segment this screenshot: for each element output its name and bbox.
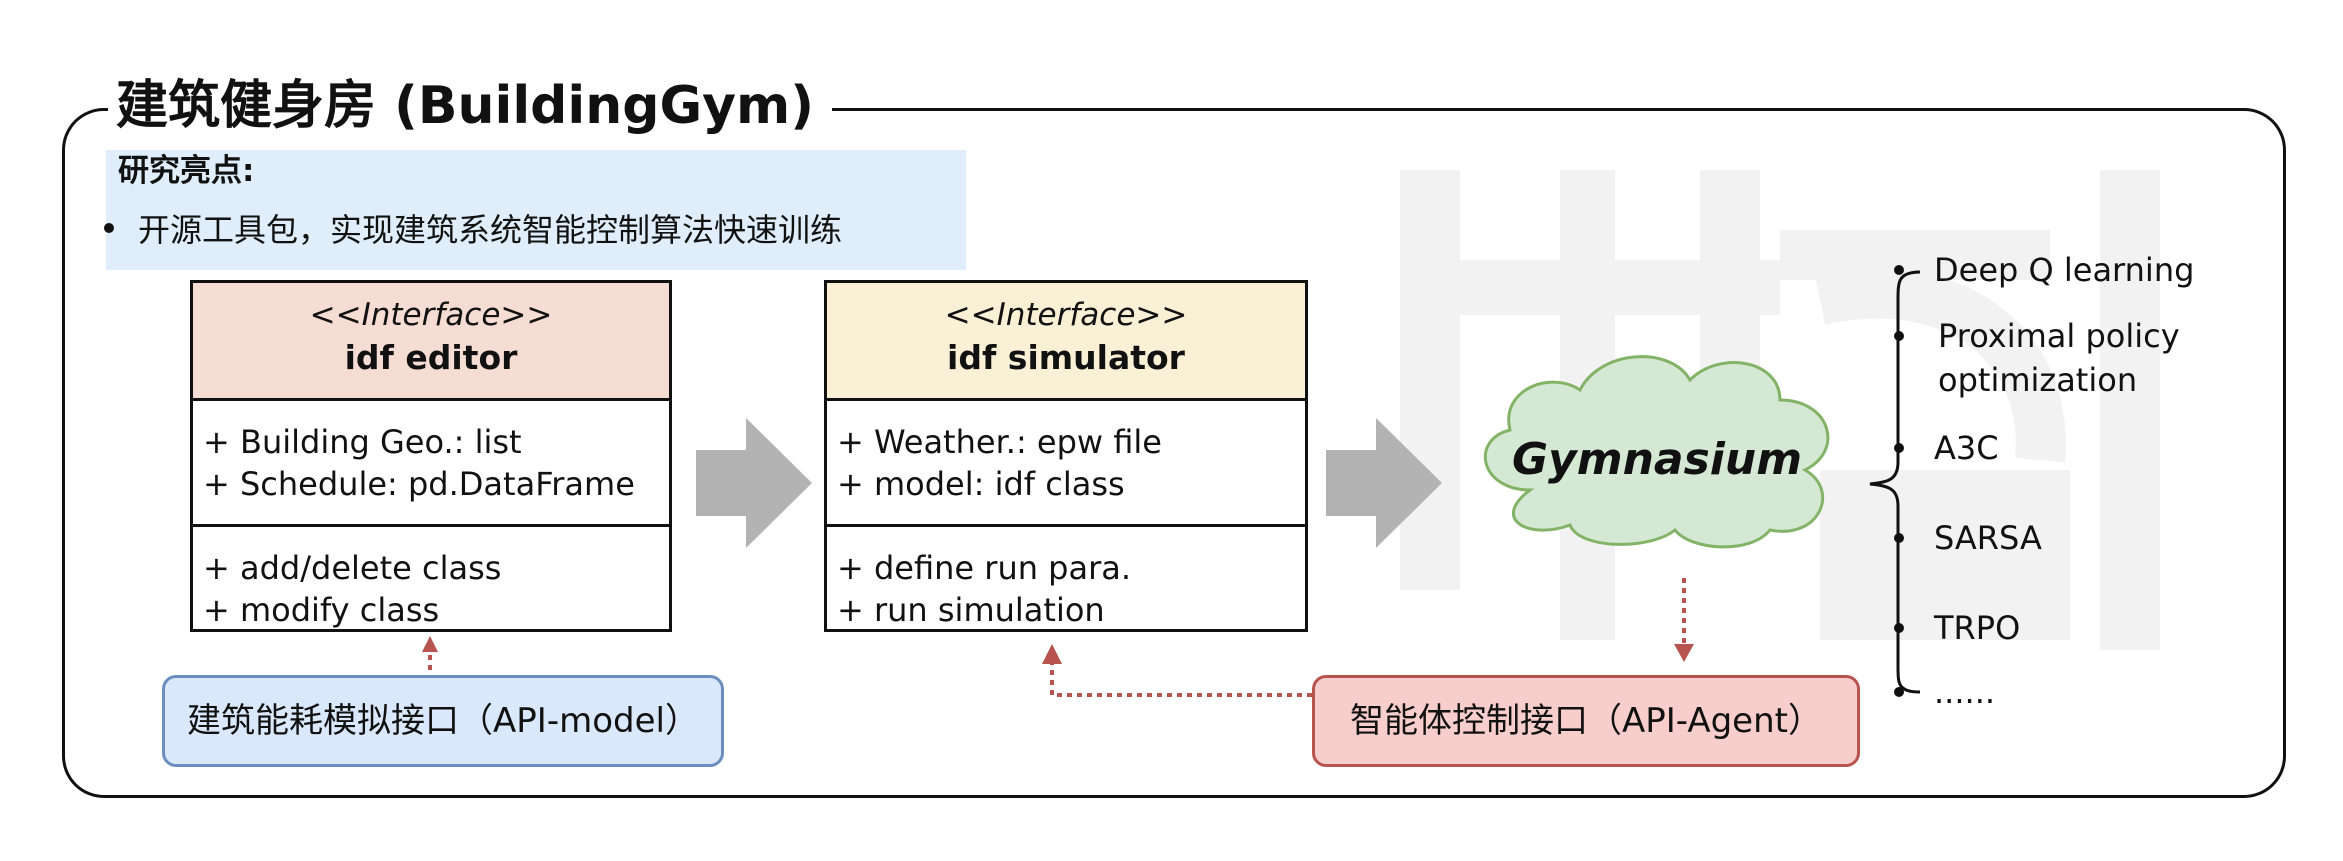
algorithm-item: ......	[1894, 670, 1996, 714]
bullet-dot	[1894, 331, 1904, 341]
algorithm-label: A3C	[1934, 429, 1999, 467]
algorithm-label: Deep Q learning	[1934, 251, 2195, 289]
api-model-interface: 建筑能耗模拟接口（API-model）	[162, 675, 724, 767]
bullet-dot	[1894, 265, 1904, 275]
algorithm-label: SARSA	[1934, 519, 2042, 557]
algorithm-item: Deep Q learning	[1894, 248, 2195, 292]
bullet-dot	[1894, 687, 1904, 697]
algorithm-item: Proximal policy	[1894, 314, 2180, 358]
algorithm-item: A3C	[1894, 426, 1999, 470]
api-agent-interface: 智能体控制接口（API-Agent）	[1312, 675, 1860, 767]
algorithm-item: TRPO	[1894, 606, 2021, 650]
bullet-dot	[1894, 533, 1904, 543]
bullet-dot	[1894, 623, 1904, 633]
algorithm-item: SARSA	[1894, 516, 2042, 560]
algorithm-label: Proximal policy	[1938, 317, 2180, 355]
algorithm-label: TRPO	[1934, 609, 2021, 647]
algorithm-item-continued: optimization	[1938, 358, 2137, 402]
algorithm-label: optimization	[1938, 361, 2138, 399]
bullet-dot	[1894, 443, 1904, 453]
algorithm-label: ......	[1934, 673, 1996, 711]
